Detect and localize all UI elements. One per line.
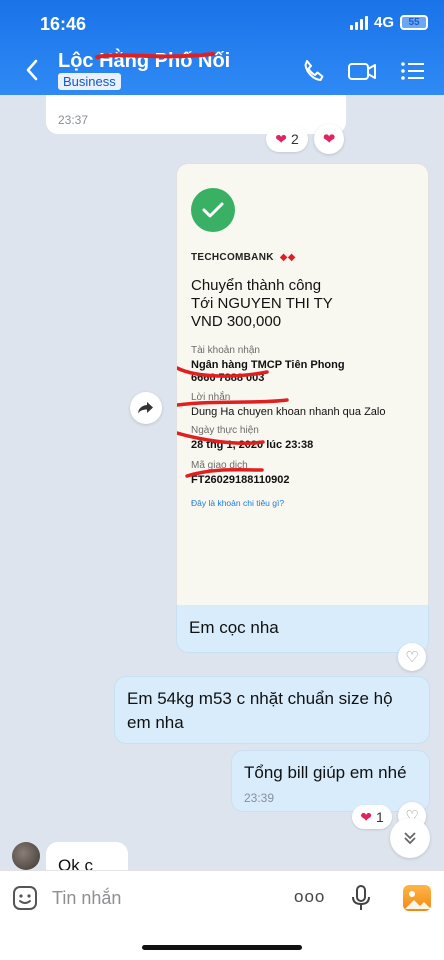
chat-header: 16:46 4G 55 Lộc Hằng Phố Nối Business bbox=[0, 0, 444, 95]
home-indicator bbox=[142, 945, 302, 950]
menu-list-icon[interactable] bbox=[398, 56, 428, 86]
network-label: 4G bbox=[373, 14, 394, 31]
scroll-down-button[interactable] bbox=[390, 818, 430, 858]
sent-message-bubble[interactable]: Tổng bill giúp em nhé 23:39 bbox=[231, 750, 430, 812]
reaction-summary[interactable]: ❤ 1 bbox=[352, 805, 392, 829]
back-icon[interactable] bbox=[22, 56, 44, 84]
heart-icon: ❤ bbox=[360, 808, 372, 825]
double-chevron-down-icon bbox=[404, 832, 416, 845]
message-time: 23:37 bbox=[58, 113, 89, 127]
react-button[interactable]: ❤ bbox=[314, 124, 344, 154]
redaction-marks bbox=[177, 366, 289, 478]
heart-icon: ❤ bbox=[322, 131, 336, 148]
heart-icon: ❤ bbox=[275, 130, 287, 147]
message-time: 23:39 bbox=[244, 791, 275, 805]
reaction-count: 1 bbox=[375, 809, 384, 825]
phone-icon[interactable] bbox=[298, 56, 328, 86]
message-input[interactable]: Tin nhắn bbox=[52, 888, 121, 909]
forward-button[interactable] bbox=[130, 392, 162, 424]
more-options-icon[interactable]: ooo bbox=[294, 887, 325, 907]
forward-icon bbox=[138, 402, 153, 414]
microphone-icon[interactable] bbox=[350, 884, 372, 912]
transfer-receipt-image[interactable]: TECHCOMBANK ◆◆ Chuyển thành công Tới NGU… bbox=[176, 163, 429, 605]
heart-outline-icon: ♡ bbox=[405, 649, 419, 666]
sent-message-bubble[interactable]: Em 54kg m53 c nhặt chuẩn size hộ em nha bbox=[114, 676, 430, 744]
battery-icon: 55 bbox=[400, 15, 428, 30]
redaction-mark bbox=[95, 52, 215, 59]
signal-icon bbox=[349, 15, 368, 30]
status-indicators: 4G 55 bbox=[349, 14, 428, 31]
react-button[interactable]: ♡ bbox=[398, 643, 426, 671]
business-badge: Business bbox=[58, 73, 121, 90]
reaction-summary[interactable]: ❤ 2 bbox=[266, 126, 308, 152]
sent-message-caption[interactable]: Em cọc nha bbox=[176, 605, 429, 653]
message-text: Tổng bill giúp em nhé bbox=[244, 763, 407, 782]
sticker-icon[interactable] bbox=[12, 885, 38, 911]
status-time: 16:46 bbox=[40, 14, 87, 34]
image-gallery-icon[interactable] bbox=[403, 885, 431, 911]
video-call-icon[interactable] bbox=[346, 56, 378, 86]
reaction-count: 2 bbox=[290, 131, 299, 147]
avatar[interactable] bbox=[12, 842, 40, 870]
